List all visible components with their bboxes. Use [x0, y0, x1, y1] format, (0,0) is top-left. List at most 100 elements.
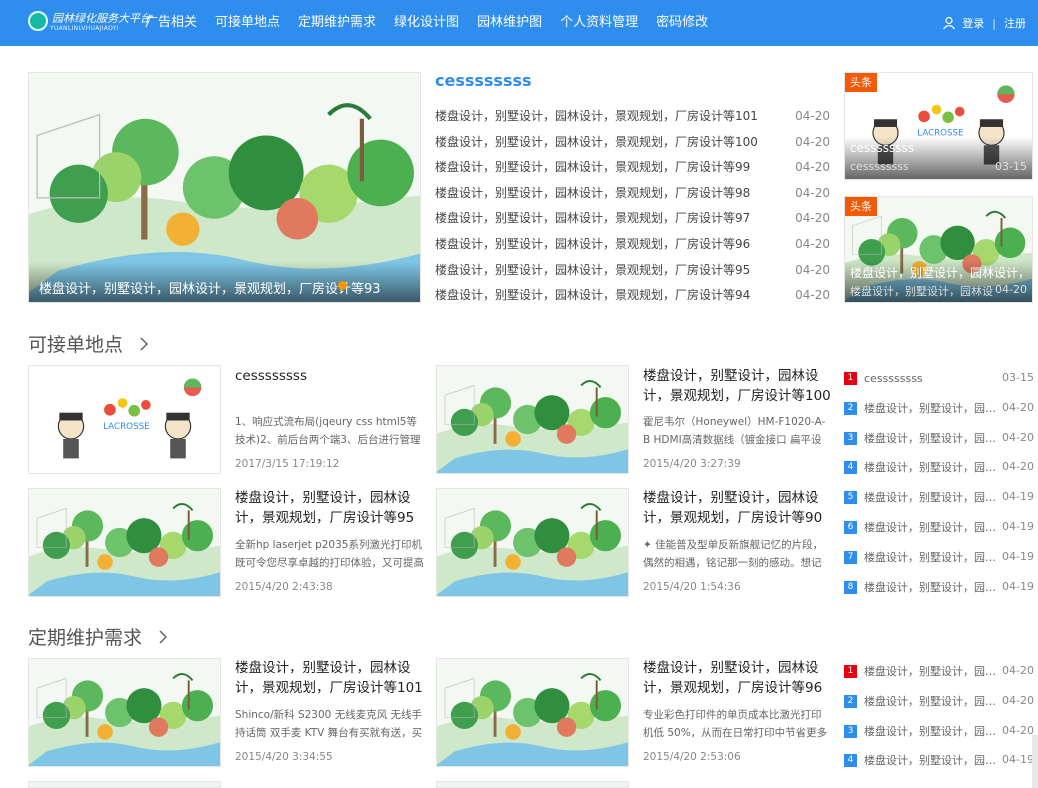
list-item[interactable]: 4 楼盘设计，别墅设计，园林设计04-19 [842, 749, 1034, 779]
list-item[interactable]: 楼盘设计，别墅设计，园林设计，景观规划，厂房设计等96 04-20 [435, 232, 830, 258]
rank-number: 4 [844, 754, 857, 768]
card-title[interactable]: 楼盘设计，别墅设计，园林设计，景观规划，厂房设计等90 [643, 488, 833, 528]
list-item[interactable]: 8 楼盘设计，别墅设计，园林设计04-19 [842, 576, 1034, 606]
card-description: 1、响应式流布局(jqeury css html5等技术)2、前后台两个端3、后… [235, 416, 421, 446]
list-item[interactable]: 3 楼盘设计，别墅设计，园林设计04-20 [842, 427, 1034, 457]
list-item-title[interactable]: 楼盘设计，别墅设计，园林设计 [864, 547, 999, 569]
list-item-title[interactable]: 楼盘设计，别墅设计，园林设计 [864, 457, 999, 479]
list-item-title[interactable]: 楼盘设计，别墅设计，园林设计 [864, 428, 999, 450]
card-image[interactable] [28, 488, 221, 597]
list-item-title[interactable]: cessssssss [864, 368, 999, 390]
list-item-title[interactable]: 楼盘设计，别墅设计，园林设计，景观规划，厂房设计等100 [435, 135, 758, 149]
section-title-maintenance[interactable]: 定期维护需求 [28, 623, 168, 650]
list-item-title[interactable]: 楼盘设计，别墅设计，园林设计，景观规划，厂房设计等97 [435, 211, 750, 225]
rank-number: 7 [844, 550, 857, 564]
card-title[interactable]: 楼盘设计，别墅设计，园林设计，景观规划，厂房设计等100 [643, 366, 833, 406]
list-item-date: 04-20 [795, 109, 830, 123]
list-item[interactable]: 5 楼盘设计，别墅设计，园林设计04-19 [842, 486, 1034, 516]
side-feature-card[interactable]: 头条 cessssssss cessssssss 03-15 [844, 72, 1033, 180]
list-item[interactable]: 2 楼盘设计，别墅设计，园林设计04-20 [842, 690, 1034, 720]
site-logo[interactable]: 园林绿化服务大平台 YUANLINLVHUAJIAOYI [28, 10, 151, 36]
list-item-title[interactable]: 楼盘设计，别墅设计，园林设计 [864, 517, 999, 539]
list-item[interactable]: 楼盘设计，别墅设计，园林设计，景观规划，厂房设计等94 04-20 [435, 283, 830, 309]
list-item-date: 04-19 [1002, 753, 1034, 767]
register-link[interactable]: 注册 [1004, 15, 1026, 31]
list-item-title[interactable]: 楼盘设计，别墅设计，园林设计，景观规划，厂房设计等96 [435, 237, 750, 251]
list-item[interactable]: 1 cessssssss 03-15 [842, 367, 1034, 397]
section-title-order-locations[interactable]: 可接单地点 [28, 330, 149, 357]
side-feature-sub: cessssssss [850, 160, 909, 173]
rank-number: 3 [844, 724, 857, 738]
list-item-title[interactable]: 楼盘设计，别墅设计，园林设计 [864, 750, 999, 772]
card-time: 2015/4/20 2:53:06 [643, 751, 741, 763]
side-feature-date: 04-20 [995, 283, 1027, 296]
list-item-title[interactable]: 楼盘设计，别墅设计，园林设计，景观规划，厂房设计等101 [435, 109, 758, 123]
side-feature-sub: 楼盘设计，别墅设计，园林设 [850, 285, 993, 298]
list-item[interactable]: 3 楼盘设计，别墅设计，园林设计04-20 [842, 720, 1034, 750]
card-image[interactable] [28, 658, 221, 767]
list-item[interactable]: 4 楼盘设计，别墅设计，园林设计04-20 [842, 456, 1034, 486]
card-time: 2015/4/20 3:34:55 [235, 751, 333, 763]
list-item-title[interactable]: 楼盘设计，别墅设计，园林设计，景观规划，厂房设计等94 [435, 288, 750, 302]
list-item-title[interactable]: 楼盘设计，别墅设计，园林设计 [864, 661, 999, 683]
rank-number: 1 [844, 372, 857, 385]
list-item[interactable]: 楼盘设计，别墅设计，园林设计，景观规划，厂房设计等97 04-20 [435, 206, 830, 232]
list-item[interactable]: 楼盘设计，别墅设计，园林设计，景观规划，厂房设计等98 04-20 [435, 181, 830, 207]
list-item-title[interactable]: 楼盘设计，别墅设计，园林设计 [864, 398, 999, 420]
list-item-date: 04-20 [795, 185, 830, 200]
section-title-text: 定期维护需求 [28, 627, 143, 649]
card-image[interactable] [436, 365, 629, 474]
headline-list: 楼盘设计，别墅设计，园林设计，景观规划，厂房设计等101 04-20 楼盘设计，别… [435, 104, 830, 309]
rank-number: 1 [844, 665, 857, 678]
list-item-date: 04-19 [1002, 579, 1034, 593]
card-image[interactable] [436, 781, 629, 788]
card-image[interactable] [28, 781, 221, 788]
nav-item-order-locations[interactable]: 可接单地点 [206, 0, 289, 46]
list-item-title[interactable]: 楼盘设计，别墅设计，园林设计，景观规划，厂房设计等95 [435, 263, 750, 277]
list-item-title[interactable]: 楼盘设计，别墅设计，园林设计 [864, 691, 999, 713]
carousel-dot[interactable] [338, 281, 347, 290]
card-image-art [437, 659, 628, 766]
top-nav-bar: 园林绿化服务大平台 YUANLINLVHUAJIAOYI 广告相关 可接单地点 … [0, 0, 1038, 46]
list-item-title[interactable]: 楼盘设计，别墅设计，园林设计，景观规划，厂房设计等99 [435, 160, 750, 174]
card-title[interactable]: 楼盘设计，别墅设计，园林设计，景观规划，厂房设计等96 [643, 658, 833, 698]
card-time: 2015/4/20 3:27:39 [643, 458, 741, 470]
section-title-text: 可接单地点 [28, 334, 124, 356]
list-item-title[interactable]: 楼盘设计，别墅设计，园林设计 [864, 577, 999, 599]
card-title[interactable]: cessssssss [235, 366, 425, 386]
scrollbar[interactable] [1032, 735, 1038, 788]
card-title[interactable]: 楼盘设计，别墅设计，园林设计，景观规划，厂房设计等95 [235, 488, 425, 528]
nav-item-profile[interactable]: 个人资料管理 [551, 0, 647, 46]
list-item[interactable]: 楼盘设计，别墅设计，园林设计，景观规划，厂房设计等101 04-20 [435, 104, 830, 130]
nav-item-greening-design[interactable]: 绿化设计图 [385, 0, 468, 46]
card-image[interactable] [436, 658, 629, 767]
card-title[interactable]: 楼盘设计，别墅设计，园林设计，景观规划，厂房设计等101 [235, 658, 425, 698]
list-item-title[interactable]: 楼盘设计，别墅设计，园林设计，景观规划，厂房设计等98 [435, 186, 750, 200]
card-image[interactable] [436, 488, 629, 597]
headline-title[interactable]: cessssssss [435, 71, 532, 90]
list-item[interactable]: 楼盘设计，别墅设计，园林设计，景观规划，厂房设计等95 04-20 [435, 258, 830, 284]
list-item-date: 04-20 [795, 288, 830, 303]
list-item[interactable]: 7 楼盘设计，别墅设计，园林设计04-19 [842, 546, 1034, 576]
side-feature-card[interactable]: 头条 楼盘设计，别墅设计，园林设计，景观规划 楼盘设计，别墅设计，园林设 04-… [844, 196, 1033, 303]
list-item[interactable]: 1 楼盘设计，别墅设计，园林设计04-20 [842, 660, 1034, 690]
user-icon [943, 16, 956, 30]
list-item[interactable]: 6 楼盘设计，别墅设计，园林设计04-19 [842, 516, 1034, 546]
list-item-title[interactable]: 楼盘设计，别墅设计，园林设计 [864, 721, 999, 743]
list-item-date: 04-20 [1002, 400, 1034, 414]
list-item[interactable]: 2 楼盘设计，别墅设计，园林设计04-20 [842, 397, 1034, 427]
card-image[interactable] [28, 365, 221, 474]
nav-item-garden-maintenance[interactable]: 园林维护图 [468, 0, 551, 46]
list-item-title[interactable]: 楼盘设计，别墅设计，园林设计 [864, 487, 999, 509]
nav-item-password[interactable]: 密码修改 [647, 0, 717, 46]
list-item[interactable]: 楼盘设计，别墅设计，园林设计，景观规划，厂房设计等100 04-20 [435, 130, 830, 156]
list-item[interactable]: 楼盘设计，别墅设计，园林设计，景观规划，厂房设计等99 04-20 [435, 155, 830, 181]
nav-item-maintenance[interactable]: 定期维护需求 [289, 0, 385, 46]
side-feature-title: 楼盘设计，别墅设计，园林设计，景观规划 [850, 266, 1030, 280]
login-link[interactable]: 登录 [962, 15, 984, 31]
chevron-right-icon [140, 336, 149, 351]
rank-number: 2 [844, 401, 857, 415]
nav-item-ads[interactable]: 广告相关 [136, 0, 206, 46]
hero-banner[interactable]: 楼盘设计，别墅设计，园林设计，景观规划，厂房设计等93 [28, 72, 421, 303]
list-item-date: 04-20 [1002, 723, 1034, 737]
